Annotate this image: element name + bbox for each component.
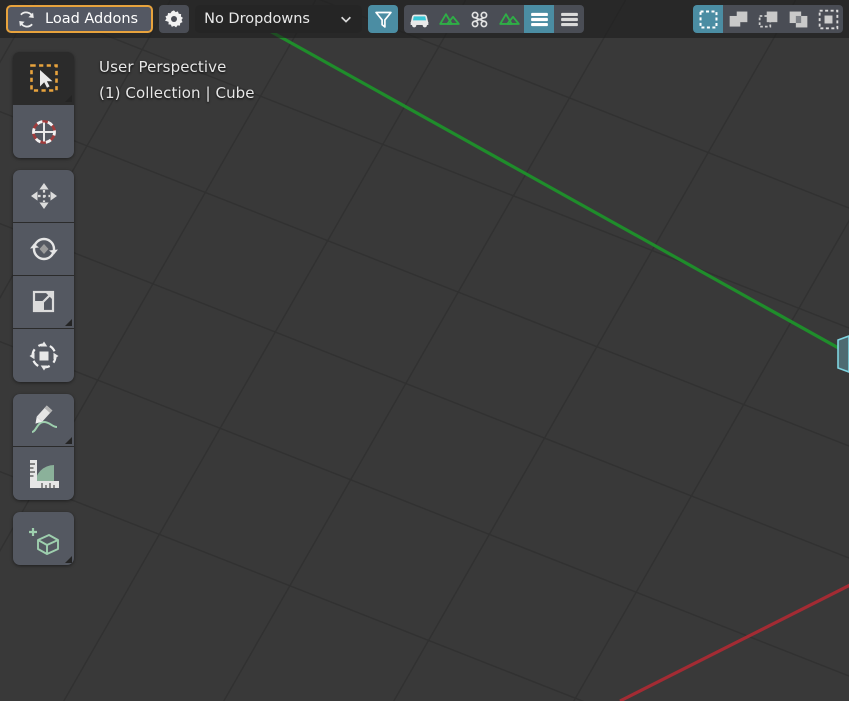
tool-group-select xyxy=(13,52,74,158)
object-type-visibility-icon xyxy=(410,14,428,27)
tool-group-transform xyxy=(13,170,74,382)
select-subtract-icon xyxy=(758,11,777,27)
transform-icon xyxy=(29,341,58,370)
filter-button[interactable] xyxy=(368,5,399,33)
tool-submenu-indicator[interactable] xyxy=(65,437,72,444)
show-overlays-icon xyxy=(471,11,487,27)
select-mode-group xyxy=(693,5,843,33)
viewport-display-group xyxy=(404,5,585,33)
select-box-cursor-icon xyxy=(29,64,58,92)
tool-shelf xyxy=(13,52,74,577)
filter-icon xyxy=(374,11,392,28)
pencil-annotate-icon xyxy=(31,405,57,433)
selected-cube[interactable] xyxy=(0,0,849,701)
tweak-tool[interactable] xyxy=(13,52,74,105)
viewport-shading-solid-icon xyxy=(530,12,548,26)
tool-submenu-indicator[interactable] xyxy=(65,556,72,563)
preferences-button[interactable] xyxy=(159,5,190,33)
select-invert-icon xyxy=(789,11,807,27)
move-tool[interactable] xyxy=(13,170,74,223)
viewport-3d[interactable]: User Perspective (1) Collection | Cube xyxy=(0,0,849,701)
add-cube-icon xyxy=(28,527,59,555)
tool-group-add xyxy=(13,512,74,565)
dropdown-select[interactable]: No Dropdowns xyxy=(195,5,363,33)
show-xray-icon xyxy=(498,12,520,25)
select-subtract-button[interactable] xyxy=(753,5,783,33)
rotate-icon xyxy=(29,237,58,261)
select-intersect-icon xyxy=(818,9,838,29)
move-arrows-icon xyxy=(30,183,57,209)
viewport-shading-wireframe-icon xyxy=(560,12,578,26)
select-extend-icon xyxy=(729,11,747,27)
show-gizmo-icon xyxy=(438,12,460,25)
select-extend-button[interactable] xyxy=(723,5,753,33)
select-intersect-button[interactable] xyxy=(813,5,843,33)
3d-cursor-icon xyxy=(31,119,56,144)
rotate-tool[interactable] xyxy=(13,223,74,276)
select-invert-button[interactable] xyxy=(783,5,813,33)
scale-icon xyxy=(32,290,54,313)
transform-tool[interactable] xyxy=(13,329,74,382)
dropdown-value: No Dropdowns xyxy=(204,11,310,27)
scale-tool[interactable] xyxy=(13,276,74,329)
select-set-button[interactable] xyxy=(693,5,723,33)
gear-icon xyxy=(165,10,184,28)
chevron-down-icon xyxy=(341,16,352,23)
show-xray-button[interactable] xyxy=(494,5,525,33)
tool-submenu-indicator[interactable] xyxy=(65,319,72,326)
object-type-visibility-button[interactable] xyxy=(404,5,435,33)
cursor-tool[interactable] xyxy=(13,105,74,158)
top-toolbar: Load Addons No Dropdowns xyxy=(0,0,849,38)
viewport-shading-solid-button[interactable] xyxy=(524,5,555,33)
show-overlays-button[interactable] xyxy=(464,5,495,33)
show-gizmo-button[interactable] xyxy=(434,5,465,33)
load-addons-label: Load Addons xyxy=(45,11,139,27)
add-cube-tool[interactable] xyxy=(13,512,74,565)
viewport-shading-wireframe-button[interactable] xyxy=(554,5,585,33)
annotate-tool[interactable] xyxy=(13,394,74,447)
tool-group-annotate xyxy=(13,394,74,500)
select-set-icon xyxy=(699,10,717,28)
measure-tool[interactable] xyxy=(13,447,74,500)
load-addons-button[interactable]: Load Addons xyxy=(6,5,154,33)
ruler-measure-icon xyxy=(29,459,59,488)
tool-submenu-indicator[interactable] xyxy=(65,95,72,102)
refresh-icon xyxy=(19,11,34,27)
